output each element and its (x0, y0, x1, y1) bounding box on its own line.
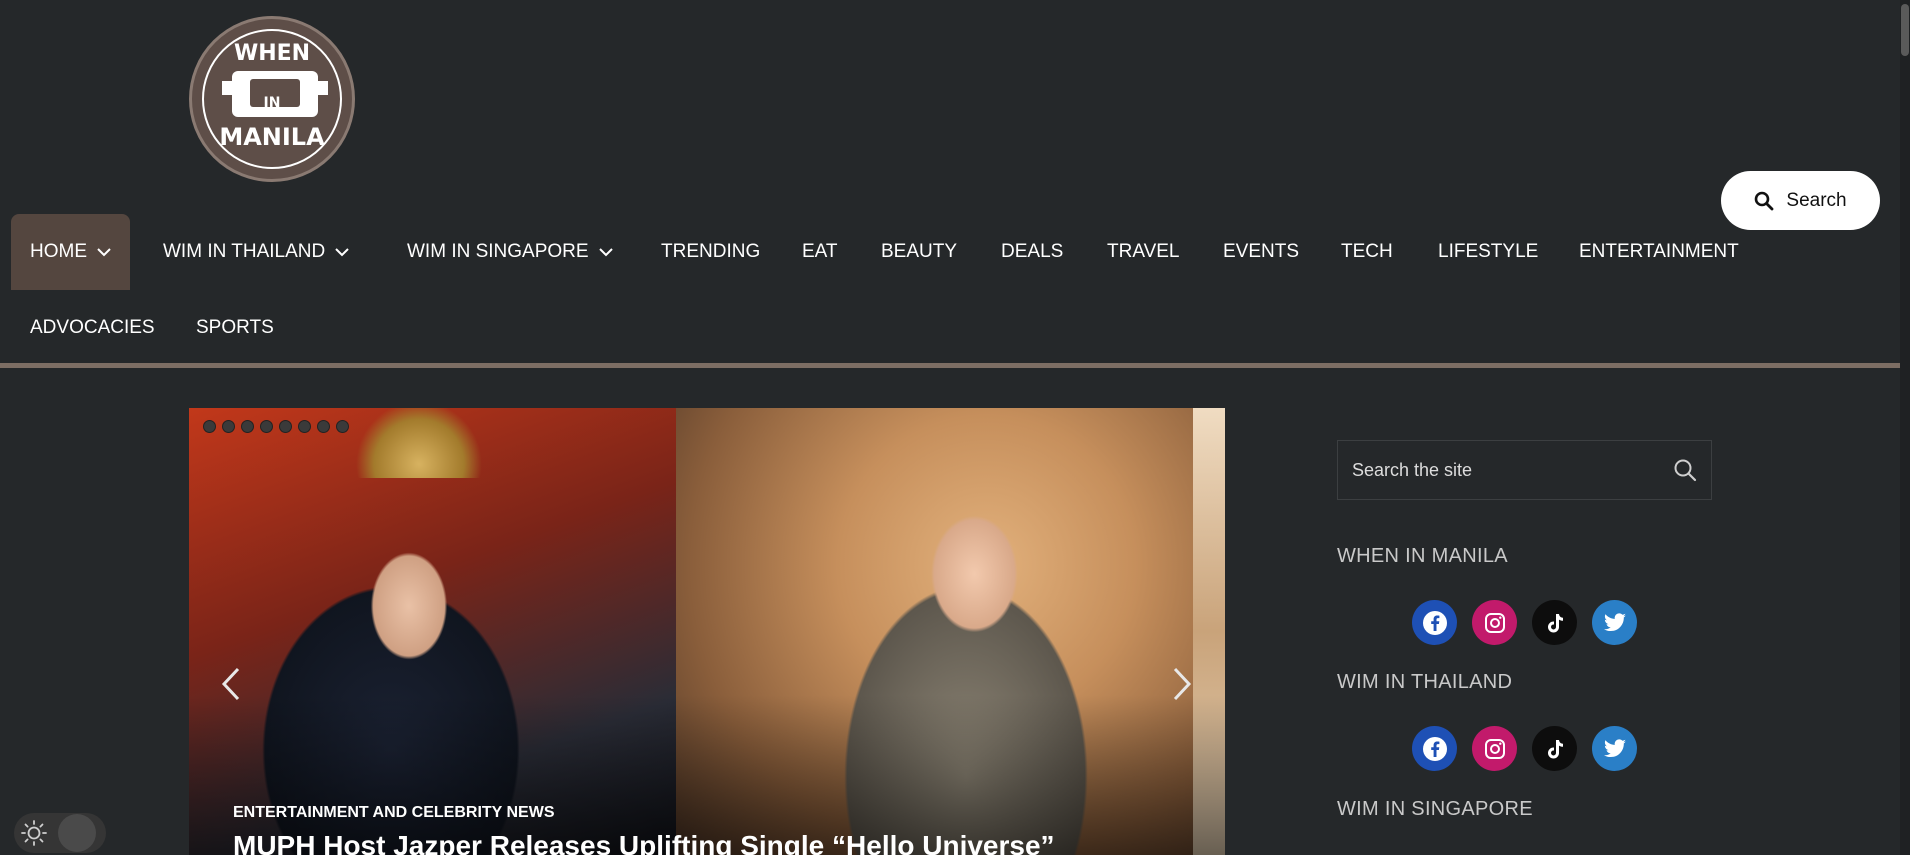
instagram-icon[interactable] (1472, 600, 1517, 645)
sun-icon (21, 820, 47, 846)
nav-item-label: WIM IN SINGAPORE (407, 241, 589, 262)
slider-dot[interactable] (298, 420, 311, 433)
logo-text-manila: MANILA (219, 123, 325, 151)
search-button-label: Search (1786, 189, 1847, 211)
facebook-icon[interactable] (1412, 726, 1457, 771)
nav-item-eat[interactable]: EAT (783, 214, 857, 290)
nav-item-label: ADVOCACIES (30, 317, 155, 338)
nav-item-home[interactable]: HOME (11, 214, 130, 290)
nav-item-sports[interactable]: SPORTS (177, 290, 293, 366)
crown-image (349, 408, 489, 478)
nav-item-label: WIM IN THAILAND (163, 241, 326, 262)
search-icon[interactable] (1673, 458, 1697, 482)
nav-divider (0, 363, 1900, 368)
slider-dot[interactable] (241, 420, 254, 433)
slide-title-link[interactable]: MUPH Host Jazper Releases Uplifting Sing… (233, 830, 1055, 855)
chevron-right-icon (1173, 667, 1192, 701)
slider-prev-button[interactable] (211, 654, 251, 714)
nav-item-label: TRENDING (661, 241, 761, 262)
nav-item-label: DEALS (1001, 241, 1064, 262)
tiktok-icon[interactable] (1532, 600, 1577, 645)
sidebar-heading-when-in-manila: WHEN IN MANILA (1337, 545, 1508, 567)
social-row-wim-thailand (1412, 726, 1637, 771)
nav-item-tech[interactable]: TECH (1322, 214, 1412, 290)
toggle-knob (58, 814, 96, 852)
page-scrollbar[interactable] (1900, 0, 1910, 855)
sidebar-search-box (1337, 440, 1712, 500)
slider-dot[interactable] (336, 420, 349, 433)
slider-next-button[interactable] (1162, 654, 1202, 714)
nav-item-events[interactable]: EVENTS (1204, 214, 1318, 290)
nav-item-label: SPORTS (196, 317, 274, 338)
slider-dot[interactable] (279, 420, 292, 433)
nav-item-lifestyle[interactable]: LIFESTYLE (1419, 214, 1557, 290)
nav-item-label: HOME (30, 241, 87, 262)
nav-item-label: EVENTS (1223, 241, 1300, 262)
social-row-when-in-manila (1412, 600, 1637, 645)
nav-item-label: BEAUTY (881, 241, 958, 262)
sidebar-heading-wim-singapore: WIM IN SINGAPORE (1337, 798, 1533, 820)
nav-item-deals[interactable]: DEALS (982, 214, 1082, 290)
nav-item-travel[interactable]: TRAVEL (1088, 214, 1199, 290)
nav-item-advocacies[interactable]: ADVOCACIES (11, 290, 174, 366)
slider-dots (203, 420, 349, 433)
chevron-down-icon (598, 247, 613, 256)
nav-item-beauty[interactable]: BEAUTY (862, 214, 976, 290)
instagram-icon[interactable] (1472, 726, 1517, 771)
slide-category-link[interactable]: ENTERTAINMENT AND CELEBRITY NEWS (233, 804, 554, 822)
nav-item-wim-singapore[interactable]: WIM IN SINGAPORE (388, 214, 632, 290)
logo-text-when: WHEN (233, 41, 311, 66)
tiktok-icon[interactable] (1532, 726, 1577, 771)
chevron-down-icon (335, 247, 349, 256)
nav-item-label: TRAVEL (1107, 241, 1180, 262)
slider-dot[interactable] (203, 420, 216, 433)
twitter-icon[interactable] (1592, 726, 1637, 771)
nav-item-label: EAT (802, 241, 838, 262)
nav-item-label: TECH (1341, 241, 1393, 262)
nav-item-label: LIFESTYLE (1438, 241, 1539, 262)
sidebar-search-input[interactable] (1352, 459, 1673, 481)
sidebar-heading-wim-thailand: WIM IN THAILAND (1337, 671, 1513, 693)
nav-item-label: ENTERTAINMENT (1579, 241, 1739, 262)
slider-dot[interactable] (260, 420, 273, 433)
search-icon (1755, 191, 1774, 210)
logo-text-in: IN (263, 95, 281, 111)
twitter-icon[interactable] (1592, 600, 1637, 645)
chevron-left-icon (221, 667, 240, 701)
nav-item-entertainment[interactable]: ENTERTAINMENT (1560, 214, 1758, 290)
scrollbar-thumb[interactable] (1901, 4, 1909, 56)
chevron-down-icon (97, 247, 111, 256)
facebook-icon[interactable] (1412, 600, 1457, 645)
slider-dot[interactable] (222, 420, 235, 433)
slider-dot[interactable] (317, 420, 330, 433)
nav-item-trending[interactable]: TRENDING (642, 214, 779, 290)
featured-slider[interactable]: ENTERTAINMENT AND CELEBRITY NEWS MUPH Ho… (189, 408, 1225, 855)
nav-item-wim-thailand[interactable]: WIM IN THAILAND (144, 214, 368, 290)
site-logo[interactable]: WHEN IN MANILA (189, 16, 355, 182)
theme-toggle[interactable] (14, 813, 106, 853)
